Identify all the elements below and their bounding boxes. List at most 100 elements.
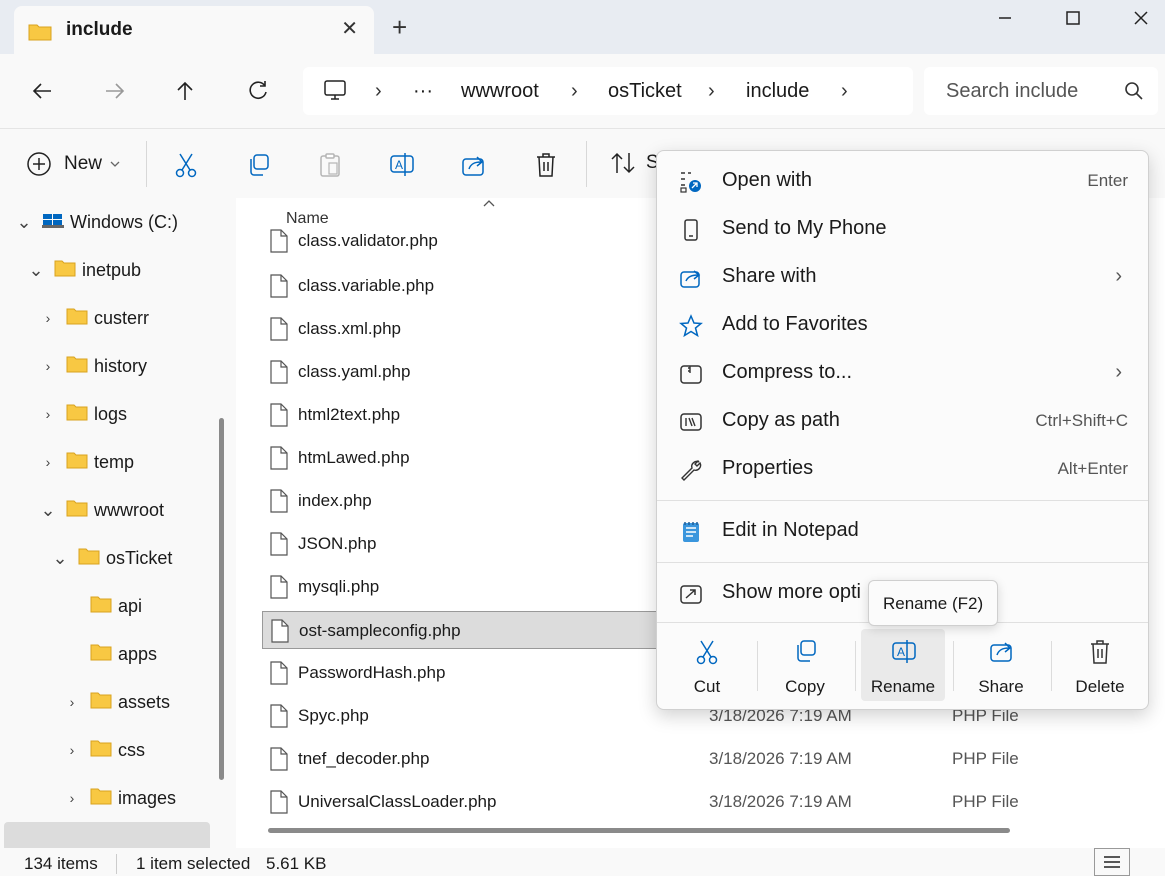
menu-item-compress-to[interactable]: Compress to... ›	[665, 351, 1142, 395]
cut-button[interactable]	[170, 151, 202, 179]
menu-item-copy-as-path[interactable]: Copy as path Ctrl+Shift+C	[665, 399, 1142, 443]
phone-icon	[679, 218, 703, 242]
menu-item-open-with[interactable]: Open with Enter	[665, 159, 1142, 203]
nav-item[interactable]: › logs	[36, 396, 127, 432]
nav-item[interactable]: › images	[60, 780, 176, 816]
nav-item[interactable]: › css	[60, 732, 145, 768]
nav-item[interactable]: ⌄ osTicket	[48, 540, 172, 576]
rename-tooltip: Rename (F2)	[868, 580, 998, 626]
chevron-right-icon[interactable]: ›	[36, 454, 60, 470]
file-icon	[271, 619, 289, 648]
file-name: Spyc.php	[298, 706, 369, 725]
breadcrumb-wwwroot[interactable]: wwwroot	[461, 80, 539, 103]
file-name: ost-sampleconfig.php	[299, 621, 461, 640]
breadcrumb-overflow[interactable]: ···	[413, 80, 433, 103]
file-row[interactable]: tnef_decoder.php 3/18/2026 7:19 AM PHP Fil…	[262, 740, 1122, 778]
menu-item-label: Compress to...	[722, 361, 853, 383]
chevron-right-icon[interactable]: ›	[571, 80, 578, 103]
file-name: class.yaml.php	[298, 362, 411, 381]
arrow-right-icon	[106, 83, 125, 99]
horizontal-scrollbar[interactable]	[268, 828, 1010, 833]
menu-item-shortcut: Alt+Enter	[1057, 459, 1128, 478]
chevron-right-icon[interactable]: ›	[375, 80, 382, 103]
details-view-button[interactable]	[1094, 848, 1130, 876]
menu-item-label: Edit in Notepad	[722, 519, 859, 541]
refresh-button[interactable]	[243, 76, 273, 106]
nav-item[interactable]: ⌄ wwwroot	[36, 492, 164, 528]
menu-item-properties[interactable]: Properties Alt+Enter	[665, 447, 1142, 491]
minimize-button[interactable]	[982, 6, 1028, 30]
chevron-down-icon[interactable]: ⌄	[12, 212, 36, 233]
delete-button[interactable]	[530, 151, 562, 179]
breadcrumb-include[interactable]: include	[746, 80, 809, 103]
chevron-right-icon[interactable]: ›	[841, 80, 848, 103]
nav-scrollbar[interactable]	[219, 418, 224, 780]
chevron-right-icon[interactable]: ›	[36, 310, 60, 326]
chevron-right-icon[interactable]: ›	[60, 742, 84, 758]
file-date: 3/18/2026 7:19 AM	[709, 792, 852, 811]
file-icon	[270, 360, 288, 389]
up-button[interactable]	[170, 76, 200, 106]
chevron-right-icon[interactable]: ›	[36, 406, 60, 422]
maximize-button[interactable]	[1050, 6, 1096, 30]
quick-button-label: Cut	[693, 677, 721, 696]
search-box[interactable]: Search include	[924, 67, 1158, 115]
nav-item[interactable]: › history	[36, 348, 147, 384]
menu-item-add-to-favorites[interactable]: Add to Favorites	[665, 303, 1142, 347]
new-button[interactable]: New	[26, 151, 120, 177]
new-tab-button[interactable]: +	[392, 14, 407, 40]
nav-item[interactable]: ⌄ Windows (C:)	[12, 204, 178, 240]
chevron-right-icon[interactable]: ›	[60, 694, 84, 710]
sort-button[interactable]: S	[610, 151, 659, 175]
folder-icon	[90, 595, 112, 618]
menu-item-label: Show more opti	[722, 581, 861, 603]
nav-selected-item[interactable]	[4, 822, 210, 848]
menu-item-share-with[interactable]: Share with ›	[665, 255, 1142, 299]
chevron-down-icon[interactable]: ⌄	[48, 548, 72, 569]
folder-icon	[28, 24, 52, 41]
copy-quick-button[interactable]: Copy	[763, 629, 847, 701]
nav-item[interactable]: ⌄ inetpub	[24, 252, 141, 288]
rename-quick-button[interactable]: A Rename	[861, 629, 945, 701]
back-button[interactable]	[27, 76, 57, 106]
forward-button[interactable]	[100, 76, 130, 106]
tab-include[interactable]: include ✕	[14, 6, 374, 54]
file-date: 3/18/2026 7:19 AM	[709, 749, 852, 768]
file-name: class.xml.php	[298, 319, 401, 338]
address-bar[interactable]: › ··· wwwroot › osTicket › include ›	[303, 67, 913, 115]
close-window-button[interactable]	[1118, 6, 1164, 30]
breadcrumb-osticket[interactable]: osTicket	[608, 80, 682, 103]
arrow-left-icon	[32, 83, 51, 99]
nav-item[interactable]: api	[60, 588, 142, 624]
cut-quick-button[interactable]: Cut	[665, 629, 749, 701]
rename-button[interactable]: A	[386, 151, 418, 179]
chevron-right-icon[interactable]: ›	[36, 358, 60, 374]
new-label: New	[64, 153, 103, 174]
chevron-right-icon[interactable]: ›	[708, 80, 715, 103]
nav-item[interactable]: › assets	[60, 684, 170, 720]
nav-item[interactable]: › temp	[36, 444, 134, 480]
quick-button-label: Delete	[1075, 677, 1125, 696]
share-button[interactable]	[458, 151, 490, 179]
search-placeholder: Search include	[946, 80, 1079, 102]
file-icon	[270, 747, 288, 776]
file-icon	[270, 489, 288, 518]
tab-close-button[interactable]: ✕	[341, 16, 358, 41]
paste-button[interactable]	[314, 151, 346, 179]
divider	[586, 141, 587, 187]
tab-title: include	[66, 19, 133, 40]
file-icon	[270, 229, 288, 258]
chevron-right-icon[interactable]: ›	[60, 790, 84, 806]
nav-item[interactable]: › custerr	[36, 300, 149, 336]
share-quick-button[interactable]: Share	[959, 629, 1043, 701]
nav-item[interactable]: apps	[60, 636, 157, 672]
chevron-down-icon[interactable]: ⌄	[36, 500, 60, 521]
file-row[interactable]: UniversalClassLoader.php 3/18/2026 7:19 A…	[262, 783, 1122, 821]
copy-button[interactable]	[242, 151, 274, 179]
menu-item-send-to-my-phone[interactable]: Send to My Phone	[665, 207, 1142, 251]
nav-item-label: osTicket	[106, 547, 173, 568]
menu-item-edit-in-notepad[interactable]: Edit in Notepad	[665, 509, 1142, 553]
delete-quick-button[interactable]: Delete	[1058, 629, 1142, 701]
file-name: mysqli.php	[298, 577, 380, 596]
chevron-down-icon[interactable]: ⌄	[24, 260, 48, 281]
